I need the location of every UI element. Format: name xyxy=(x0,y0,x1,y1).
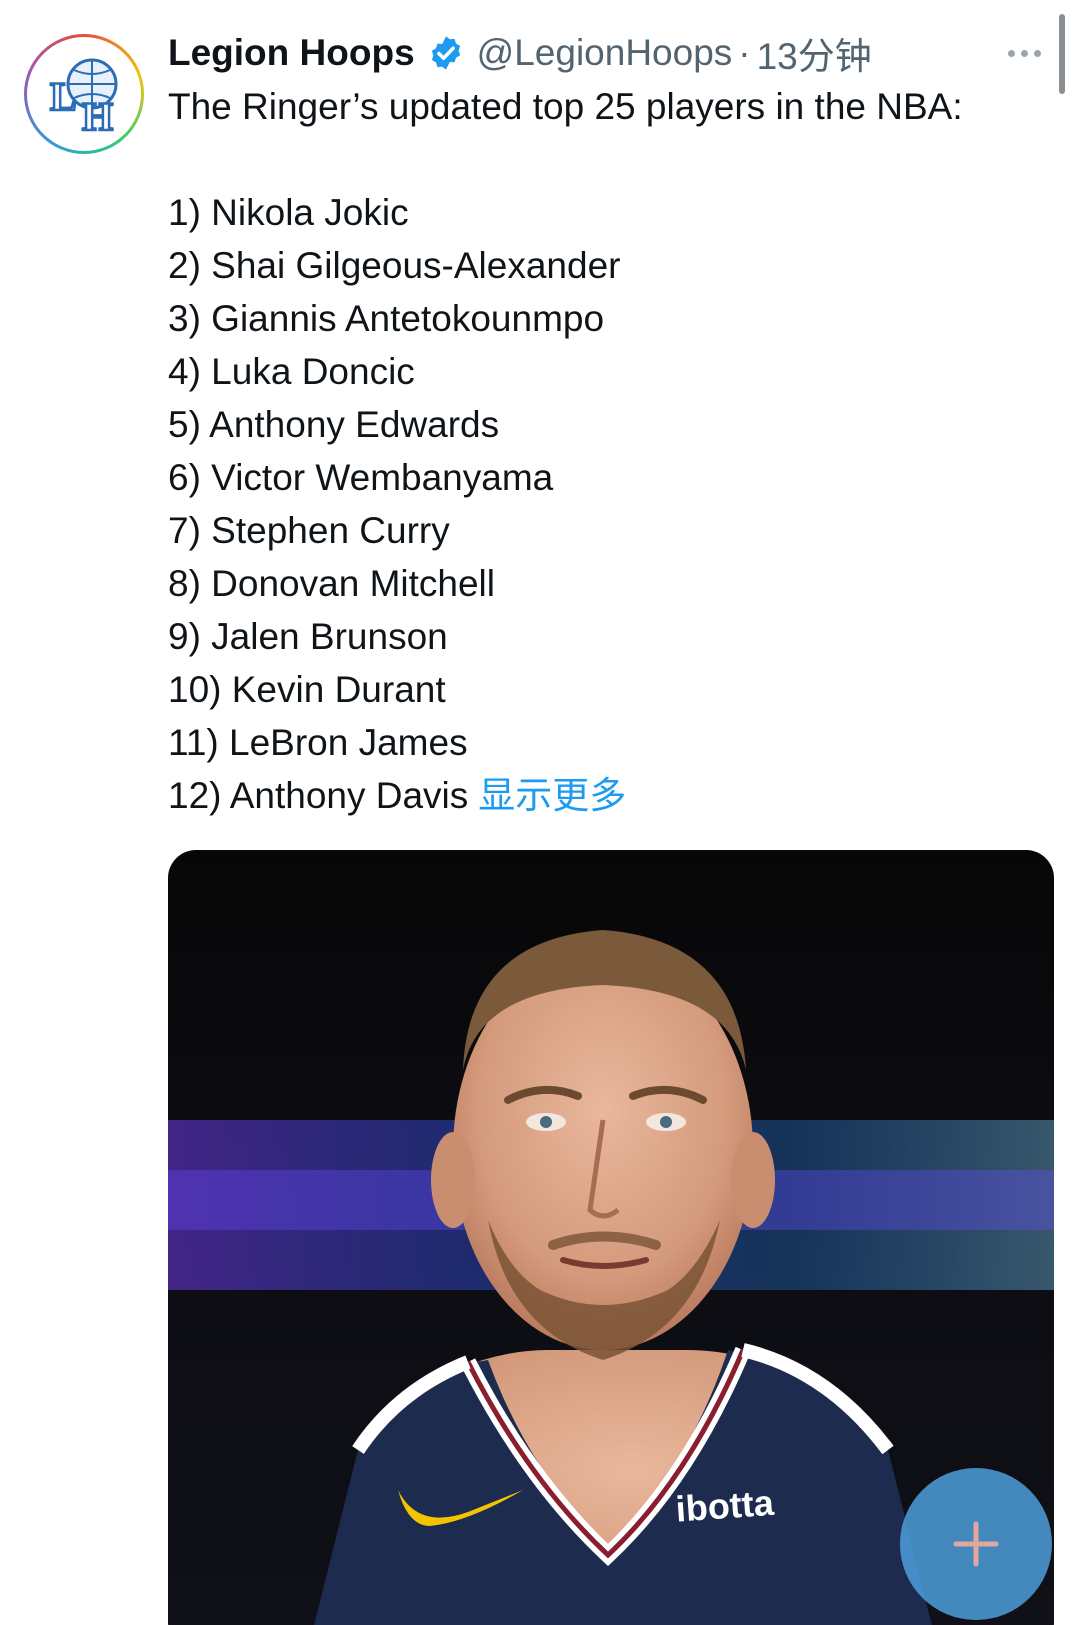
logo-monogram-l: L xyxy=(50,74,77,119)
more-dot xyxy=(1034,49,1041,57)
compose-button[interactable] xyxy=(900,1468,1052,1620)
logo-monogram-h: H xyxy=(82,94,113,139)
ranking-item: 3) Giannis Antetokounmpo xyxy=(168,298,605,339)
ranking-item-text: 12) Anthony Davis xyxy=(168,775,469,816)
jersey-sponsor-text: ibotta xyxy=(674,1482,776,1530)
show-more-link[interactable]: 显示更多 xyxy=(478,775,626,816)
ranking-item: 11) LeBron James xyxy=(168,722,468,763)
ranking-list: 1) Nikola Jokic 2) Shai Gilgeous-Alexand… xyxy=(168,186,626,822)
avatar[interactable]: L H xyxy=(24,34,144,154)
more-options-button[interactable] xyxy=(1008,38,1041,68)
ranking-item-last: 12) Anthony Davis 显示更多 xyxy=(168,769,626,822)
legion-hoops-logo-icon: L H xyxy=(49,58,118,140)
ranking-item: 10) Kevin Durant xyxy=(168,669,446,710)
ranking-item: 4) Luka Doncic xyxy=(168,351,415,392)
ranking-item: 2) Shai Gilgeous-Alexander xyxy=(168,245,621,286)
tweet-timestamp[interactable]: 13分钟 xyxy=(757,26,872,80)
avatar-logo: L H xyxy=(27,37,141,151)
ranking-item: 8) Donovan Mitchell xyxy=(168,563,495,604)
tweet-detail-screen: L H Legion Hoops @LegionHoops · 13分钟 The… xyxy=(0,0,1080,1625)
ranking-item: 1) Nikola Jokic xyxy=(168,192,409,233)
author-handle[interactable]: @LegionHoops xyxy=(477,32,733,74)
plus-icon xyxy=(953,1521,999,1567)
tweet-header: Legion Hoops @LegionHoops · 13分钟 xyxy=(168,28,872,78)
scrollbar[interactable] xyxy=(1059,14,1065,94)
more-dot xyxy=(1008,49,1015,57)
more-dot xyxy=(1021,49,1028,57)
separator-dot: · xyxy=(738,32,751,73)
ranking-item: 9) Jalen Brunson xyxy=(168,616,448,657)
ranking-item: 7) Stephen Curry xyxy=(168,510,450,551)
ranking-item: 6) Victor Wembanyama xyxy=(168,457,554,498)
verified-badge-icon xyxy=(427,34,465,72)
ranking-item: 5) Anthony Edwards xyxy=(168,404,500,445)
author-display-name[interactable]: Legion Hoops xyxy=(168,32,415,74)
tweet-text-intro: The Ringer’s updated top 25 players in t… xyxy=(168,86,963,127)
